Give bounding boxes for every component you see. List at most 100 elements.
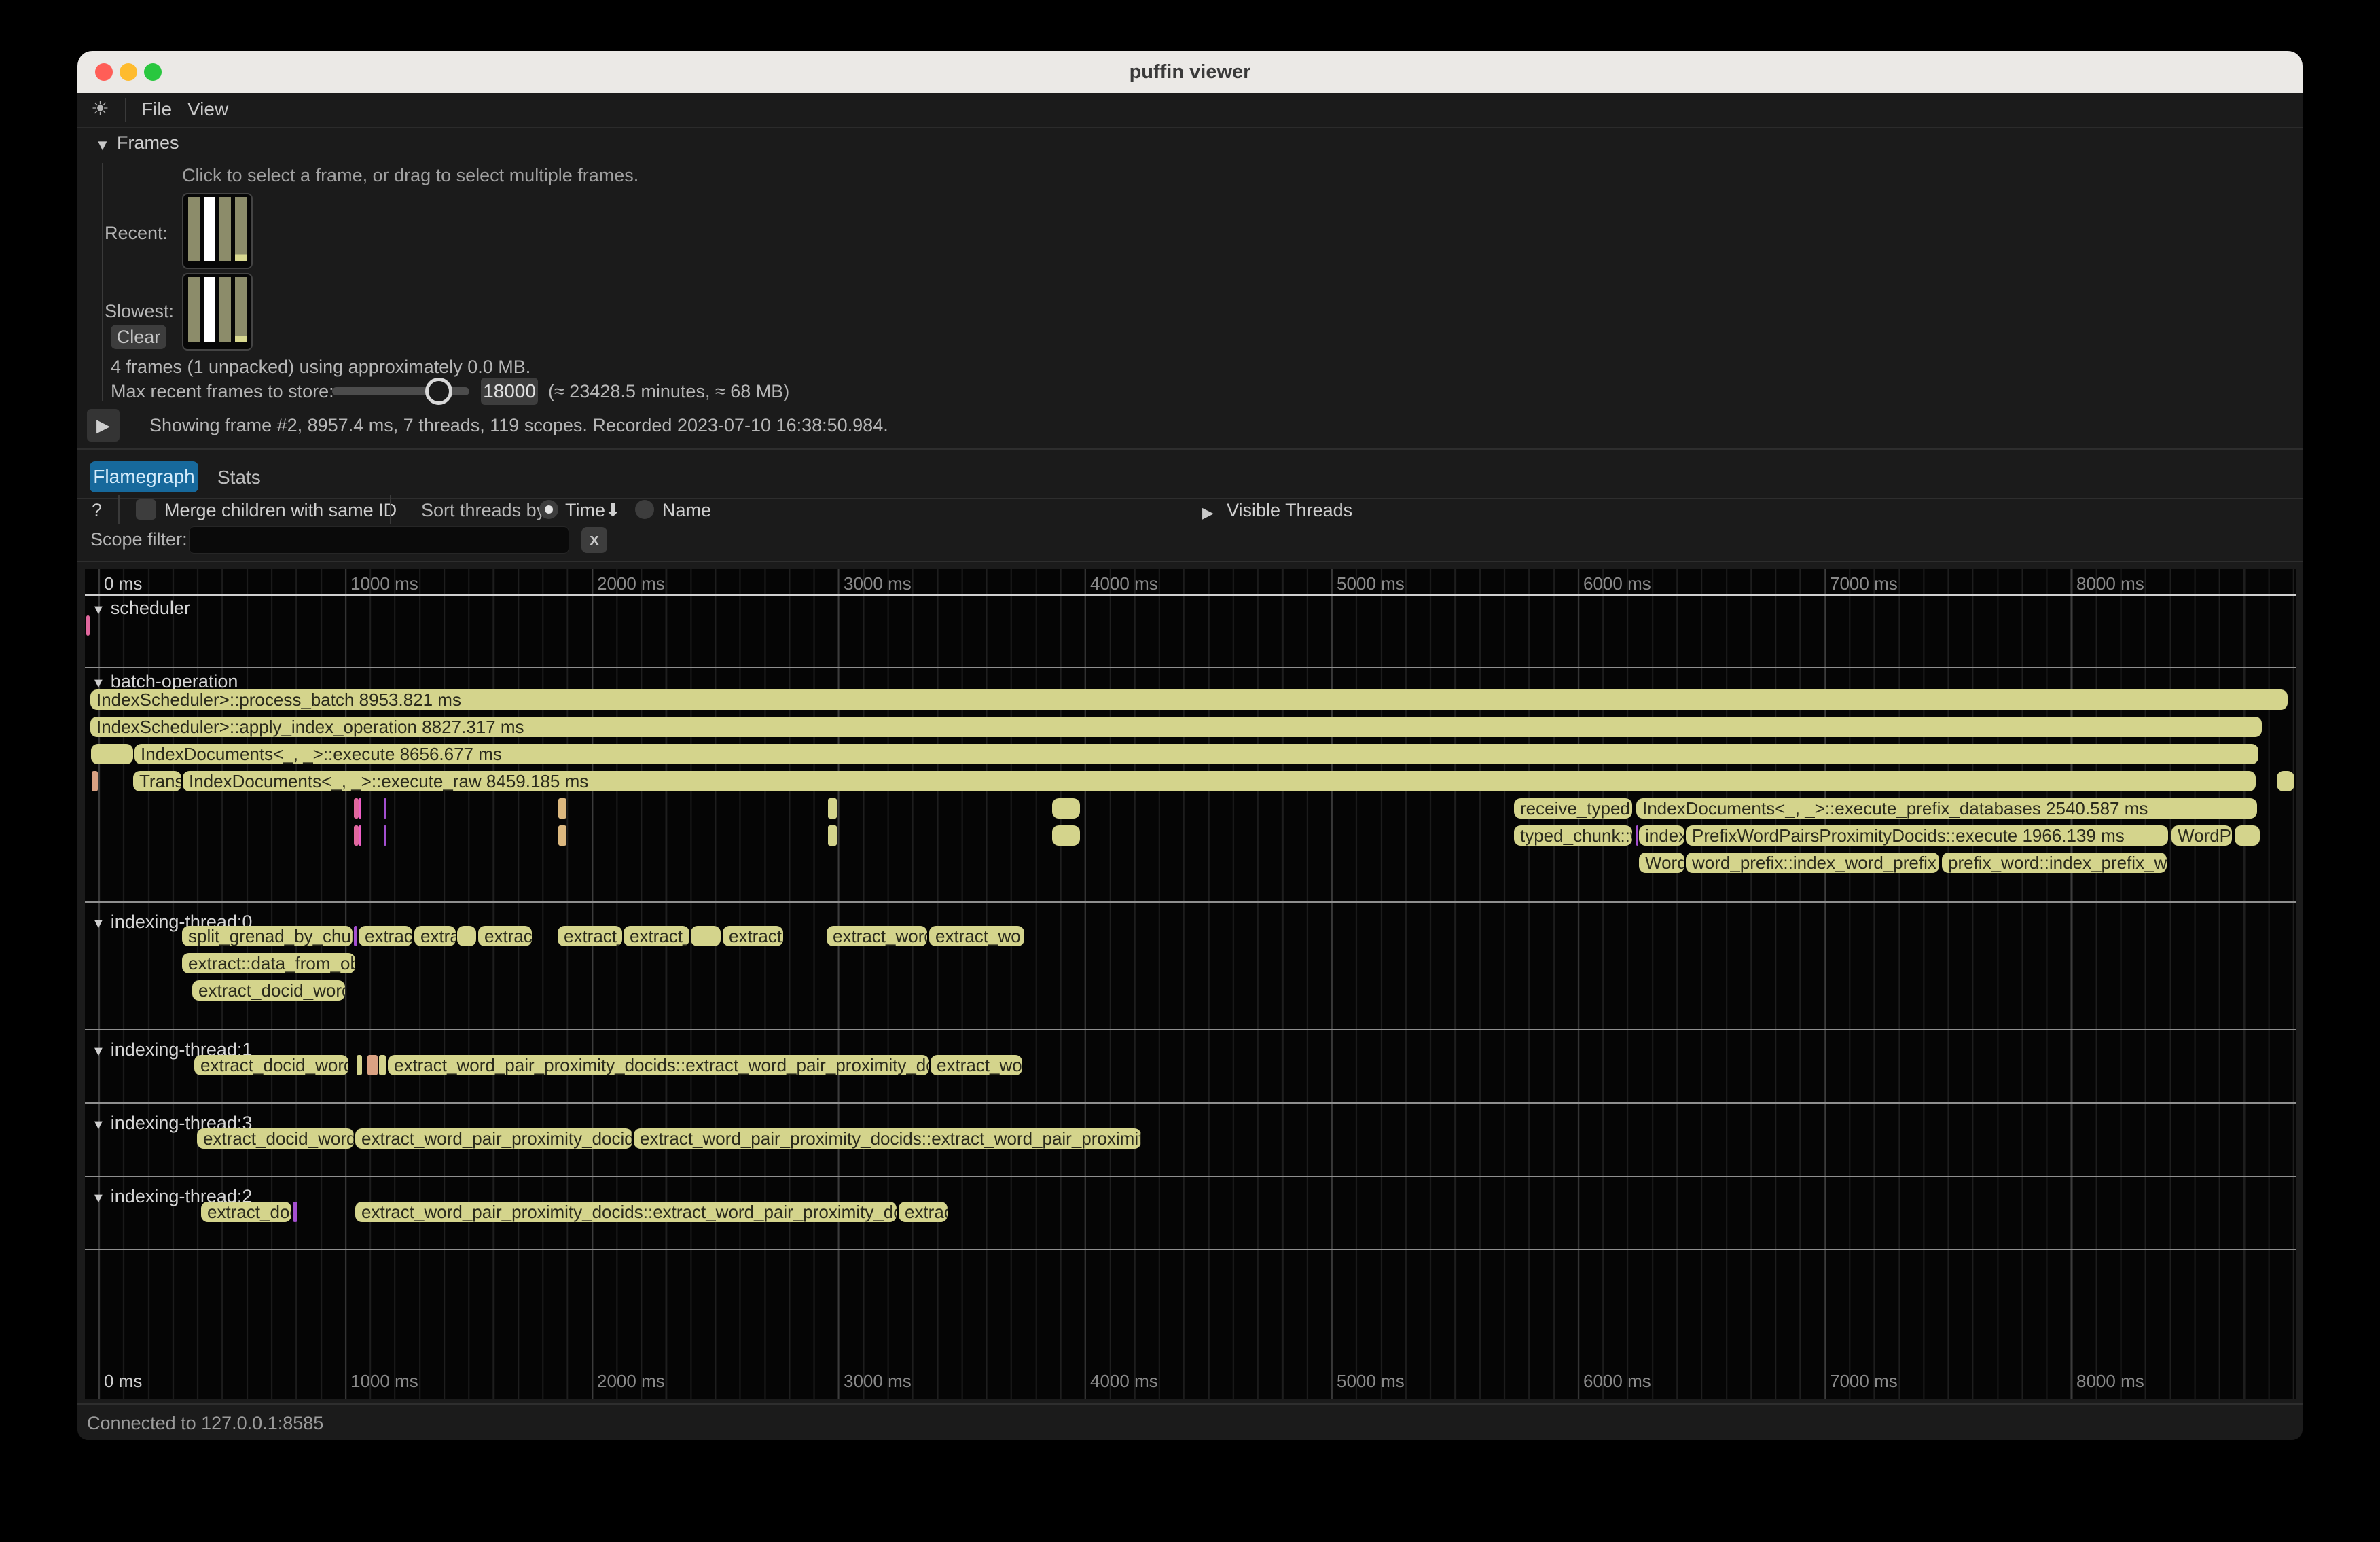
flame-scope-bar[interactable]	[2277, 771, 2294, 791]
flame-scope-bar[interactable]	[379, 1055, 386, 1075]
sort-direction-arrow-icon[interactable]: ⬇	[605, 500, 621, 521]
theme-toggle-icon[interactable]: ☀	[91, 97, 109, 121]
frame-bar-selected[interactable]	[204, 277, 215, 342]
flame-scope-bar[interactable]: extract_word_pair_proximity_docids::extr…	[355, 1202, 897, 1222]
max-frames-slider-knob[interactable]	[425, 378, 452, 405]
flame-scope-bar[interactable]: extract_wo	[931, 1055, 1022, 1075]
flame-scope-bar[interactable]: extract_	[624, 926, 689, 946]
flame-scope-bar[interactable]	[828, 798, 837, 819]
flame-scope-bar[interactable]: receive_typed_	[1514, 798, 1632, 819]
collapse-icon[interactable]: ▼	[92, 916, 105, 931]
flamegraph-canvas[interactable]: 0 ms0 ms1000 ms1000 ms2000 ms2000 ms3000…	[85, 569, 2296, 1399]
flame-scope-bar[interactable]: IndexScheduler>::apply_index_operation 8…	[90, 717, 2262, 737]
flame-scope-bar[interactable]	[359, 825, 361, 846]
flame-scope-bar[interactable]	[354, 825, 359, 846]
flame-scope-bar[interactable]	[354, 926, 357, 946]
flame-scope-bar[interactable]: extract_word_pair_proximity_docids::extr…	[634, 1128, 1141, 1149]
flame-scope-bar[interactable]	[91, 744, 133, 764]
slowest-frames-thumbnail[interactable]	[182, 273, 253, 351]
help-button[interactable]: ?	[92, 500, 102, 521]
flame-scope-bar[interactable]	[457, 926, 476, 946]
flame-scope-bar[interactable]	[1052, 825, 1080, 846]
flame-scope-bar[interactable]: extract::data_from_ob	[182, 953, 355, 973]
flame-scope-bar[interactable]	[359, 798, 361, 819]
sort-name-radio[interactable]	[635, 500, 654, 519]
collapse-icon[interactable]: ▼	[92, 1117, 105, 1132]
flame-scope-bar[interactable]	[1636, 825, 1638, 846]
flame-scope-bar[interactable]: index	[1639, 825, 1684, 846]
flame-scope-bar[interactable]: extract_docid_word	[192, 980, 345, 1001]
recent-frames-thumbnail[interactable]	[182, 193, 253, 269]
flame-scope-bar[interactable]: PrefixWordPairsProximityDocids::execute …	[1686, 825, 2168, 846]
flame-scope-bar[interactable]	[691, 926, 721, 946]
flame-scope-bar[interactable]	[828, 825, 837, 846]
scope-filter-input[interactable]	[189, 526, 569, 554]
clear-button[interactable]: Clear	[111, 325, 166, 349]
flame-scope-bar[interactable]: IndexScheduler>::process_batch 8953.821 …	[90, 689, 2288, 710]
flame-scope-bar[interactable]	[367, 1055, 378, 1075]
frame-bar[interactable]	[235, 197, 247, 261]
frame-bar[interactable]	[219, 197, 231, 261]
flame-scope-bar[interactable]: IndexDocuments<_, _>::execute 8656.677 m…	[134, 744, 2258, 764]
collapse-icon[interactable]: ▼	[92, 1191, 105, 1206]
sort-time-label[interactable]: Time	[565, 500, 605, 521]
flame-scope-bar[interactable]: split_grenad_by_chun	[182, 926, 353, 946]
frame-bar[interactable]	[219, 277, 231, 342]
tab-flamegraph[interactable]: Flamegraph	[90, 461, 198, 492]
flame-scope-bar[interactable]: prefix_word::index_prefix_wo	[1942, 853, 2167, 873]
merge-children-label[interactable]: Merge children with same ID	[164, 500, 397, 521]
flame-scope-bar[interactable]: Word	[1639, 853, 1684, 873]
flame-scope-bar[interactable]: extract_	[558, 926, 622, 946]
flame-scope-bar[interactable]: word_prefix::index_word_prefix_	[1686, 853, 1939, 873]
flame-scope-bar[interactable]: extract	[723, 926, 783, 946]
flame-scope-bar[interactable]	[92, 771, 98, 791]
thread-header-scheduler[interactable]: ▼scheduler	[92, 598, 190, 619]
frame-bar-selected[interactable]	[204, 197, 215, 261]
flame-scope-bar[interactable]: extract_wo	[929, 926, 1024, 946]
tab-stats[interactable]: Stats	[217, 467, 261, 488]
frames-collapse-icon[interactable]: ▼	[95, 134, 110, 155]
flame-scope-bar[interactable]	[2235, 825, 2260, 846]
visible-threads-collapse-icon[interactable]: ▶	[1202, 501, 1214, 522]
flame-scope-bar[interactable]	[293, 1202, 298, 1222]
sort-time-radio[interactable]	[539, 500, 558, 519]
flame-scope-bar[interactable]: extract_docid_word	[194, 1055, 348, 1075]
flame-scope-bar[interactable]	[1052, 798, 1080, 819]
frame-bar[interactable]	[235, 277, 247, 342]
visible-threads-header[interactable]: Visible Threads	[1227, 500, 1352, 521]
flame-scope-bar[interactable]: IndexDocuments<_, _>::execute_prefix_dat…	[1636, 798, 2257, 819]
collapse-icon[interactable]: ▼	[92, 603, 105, 617]
flame-scope-bar[interactable]: extract_doc	[201, 1202, 291, 1222]
flame-scope-bar[interactable]: extra	[414, 926, 456, 946]
flame-scope-bar[interactable]	[86, 615, 90, 636]
frame-bar[interactable]	[188, 277, 200, 342]
frame-bar[interactable]	[188, 197, 200, 261]
collapse-icon[interactable]: ▼	[92, 676, 105, 691]
flame-scope-bar[interactable]	[357, 1055, 362, 1075]
max-frames-value[interactable]: 18000	[481, 378, 538, 405]
play-button[interactable]: ▶	[87, 409, 120, 442]
flame-scope-bar[interactable]: extract_word_pair_proximity_docids	[355, 1128, 632, 1149]
clear-filter-button[interactable]: x	[581, 527, 607, 553]
flame-scope-bar[interactable]: extract_word	[827, 926, 927, 946]
flame-scope-bar[interactable]: IndexDocuments<_, _>::execute_raw 8459.1…	[183, 771, 2256, 791]
flame-scope-bar[interactable]	[558, 798, 566, 819]
flame-scope-bar[interactable]	[384, 825, 386, 846]
merge-children-checkbox[interactable]	[136, 499, 156, 520]
flame-scope-bar[interactable]: Trans	[133, 771, 181, 791]
sort-name-label[interactable]: Name	[662, 500, 711, 521]
collapse-icon[interactable]: ▼	[92, 1044, 105, 1059]
flame-scope-bar[interactable]: typed_chunk::w	[1514, 825, 1632, 846]
flame-scope-bar[interactable]: extrac	[899, 1202, 948, 1222]
flame-scope-bar[interactable]: WordPr	[2171, 825, 2232, 846]
flame-scope-bar[interactable]: extract_docid_word	[197, 1128, 354, 1149]
flame-scope-bar[interactable]	[354, 798, 359, 819]
flame-scope-bar[interactable]: extrac	[478, 926, 532, 946]
flame-scope-bar[interactable]	[558, 825, 566, 846]
flame-scope-bar[interactable]: extract_word_pair_proximity_docids::extr…	[388, 1055, 929, 1075]
flame-scope-bar[interactable]: extract	[359, 926, 412, 946]
menu-view[interactable]: View	[187, 98, 228, 120]
frames-header[interactable]: Frames	[117, 132, 179, 154]
menu-file[interactable]: File	[141, 98, 172, 120]
flame-scope-bar[interactable]	[384, 798, 386, 819]
